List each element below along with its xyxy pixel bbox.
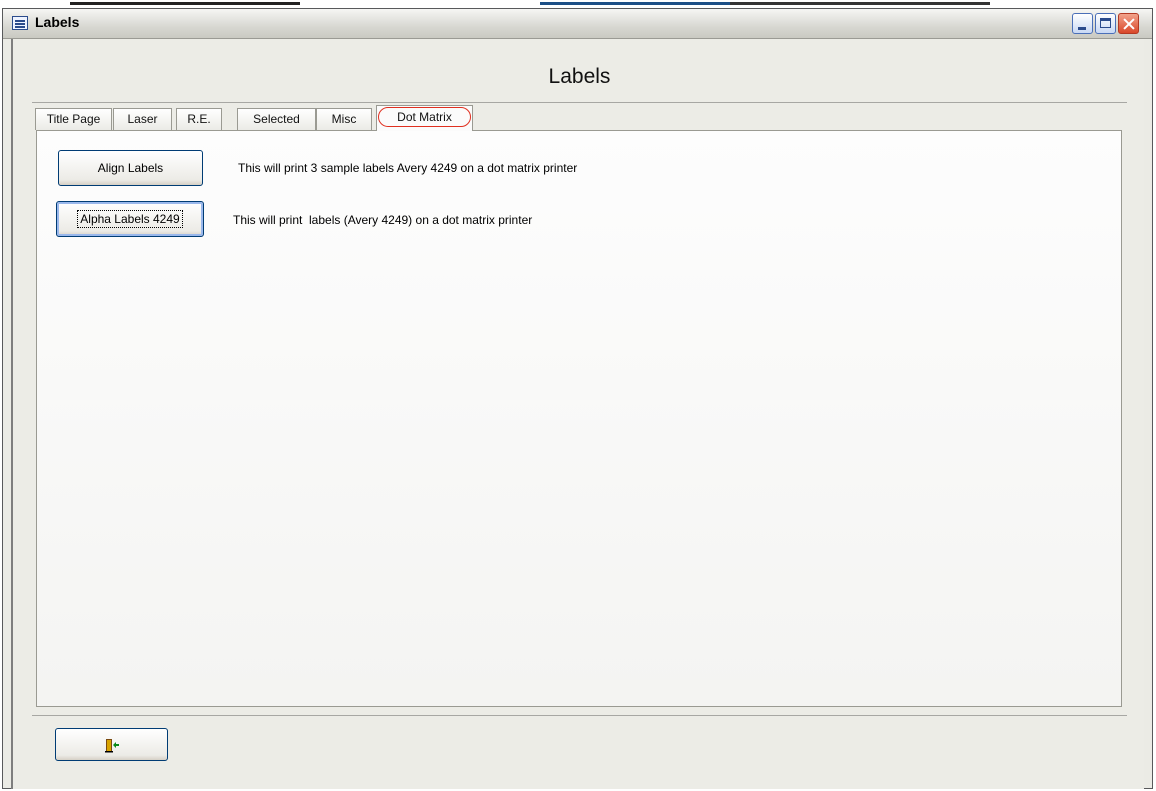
form-heading: Labels: [548, 65, 611, 88]
tab-misc[interactable]: Misc: [316, 108, 372, 130]
exit-button[interactable]: [55, 728, 168, 761]
align-labels-description: This will print 3 sample labels Avery 42…: [238, 161, 578, 175]
window-title: Labels: [35, 14, 80, 30]
tab-re[interactable]: R.E.: [176, 108, 222, 130]
close-button[interactable]: [1118, 13, 1139, 34]
tab-selected[interactable]: Selected: [237, 108, 316, 130]
maximize-button[interactable]: [1095, 13, 1116, 34]
footer-divider: [32, 715, 1127, 716]
exit-door-icon: [105, 739, 119, 753]
alpha-labels-button[interactable]: Alpha Labels 4249: [56, 201, 204, 237]
labels-window: Labels Labels Title Page Laser R.E. Sele…: [2, 8, 1153, 789]
align-labels-button[interactable]: Align Labels: [58, 150, 203, 186]
background-strip: [0, 0, 1156, 8]
header-divider: [32, 102, 1127, 103]
minimize-button[interactable]: [1072, 13, 1093, 34]
alpha-labels-description: This will print labels (Avery 4249) on a…: [233, 213, 533, 227]
tab-dot-matrix-label: Dot Matrix: [397, 110, 452, 124]
form-body: Labels Title Page Laser R.E. Selected Mi…: [11, 39, 1144, 789]
dot-matrix-panel: Align Labels This will print 3 sample la…: [36, 130, 1122, 707]
tab-laser[interactable]: Laser: [113, 108, 172, 130]
form-icon: [12, 16, 28, 30]
title-bar[interactable]: Labels: [3, 9, 1152, 39]
tab-title-page[interactable]: Title Page: [35, 108, 112, 130]
tab-dot-matrix[interactable]: Dot Matrix: [376, 105, 473, 131]
alpha-labels-label: Alpha Labels 4249: [77, 210, 183, 228]
